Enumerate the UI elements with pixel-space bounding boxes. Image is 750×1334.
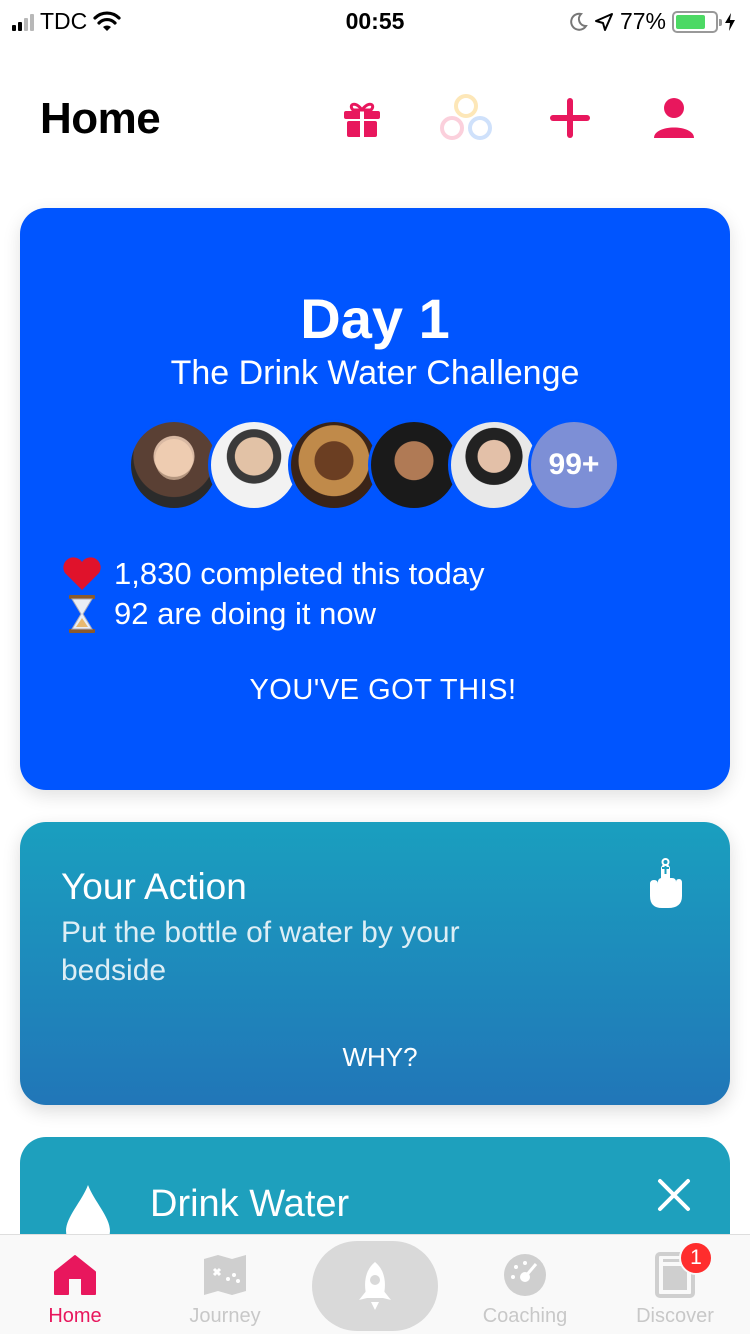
action-card[interactable]: Your Action Put the bottle of water by y…	[20, 822, 730, 1105]
plus-icon[interactable]	[542, 90, 598, 146]
charging-icon	[725, 12, 735, 31]
challenge-card[interactable]: Day 1 The Drink Water Challenge 99+ 1,83…	[20, 208, 730, 790]
rocket-icon	[359, 1262, 391, 1310]
avatar	[128, 419, 220, 511]
profile-icon[interactable]	[646, 90, 702, 146]
tab-label: Coaching	[482, 1305, 568, 1327]
participant-avatars[interactable]: 99+	[128, 419, 620, 511]
doing-text: 92 are doing it now	[114, 596, 376, 631]
location-icon	[594, 12, 613, 31]
tab-bar: Home Journey Coaching 1 Discover	[0, 1234, 750, 1334]
day-title: Day 1	[300, 287, 450, 350]
hourglass-icon	[60, 594, 104, 634]
tab-home[interactable]: Home	[0, 1235, 150, 1334]
heart-icon	[60, 556, 104, 592]
tab-journey[interactable]: Journey	[150, 1235, 300, 1334]
tab-discover[interactable]: 1 Discover	[600, 1235, 750, 1334]
action-description: Put the bottle of water by your bedside	[61, 916, 460, 987]
action-title: Your Action	[61, 866, 247, 907]
moon-icon	[570, 12, 588, 31]
circles-icon[interactable]	[438, 90, 494, 146]
avatar	[208, 419, 300, 511]
map-icon	[201, 1251, 249, 1299]
completed-stat: 1,830 completed this today	[60, 556, 485, 592]
doing-stat: 92 are doing it now	[60, 594, 376, 634]
why-button[interactable]: WHY?	[20, 1042, 730, 1073]
completed-text: 1,830 completed this today	[114, 556, 485, 591]
avatar	[288, 419, 380, 511]
page-title: Home	[40, 94, 161, 143]
encouragement-text: YOU'VE GOT THIS!	[249, 674, 517, 706]
tab-rocket[interactable]	[312, 1241, 438, 1331]
gauge-icon	[501, 1251, 549, 1299]
notification-badge: 1	[679, 1241, 713, 1275]
close-icon[interactable]	[654, 1175, 694, 1215]
avatar-more-count[interactable]: 99+	[528, 419, 620, 511]
drink-water-title: Drink Water	[150, 1183, 350, 1225]
discover-icon: 1	[651, 1241, 713, 1299]
tab-label: Journey	[189, 1305, 261, 1327]
battery-percent: 77%	[619, 8, 666, 34]
avatar	[368, 419, 460, 511]
tab-label: Home	[48, 1305, 102, 1327]
status-bar: TDC 00:55 77%	[0, 0, 750, 40]
status-right: 77%	[568, 8, 736, 35]
challenge-name: The Drink Water Challenge	[170, 354, 580, 392]
battery-icon	[672, 10, 722, 33]
tab-coaching[interactable]: Coaching	[450, 1235, 600, 1334]
home-icon	[51, 1251, 99, 1299]
gift-icon[interactable]	[334, 90, 390, 146]
finger-reminder-icon	[646, 858, 686, 915]
tab-label: Discover	[636, 1305, 714, 1327]
avatar	[448, 419, 540, 511]
header: Home	[0, 80, 750, 160]
